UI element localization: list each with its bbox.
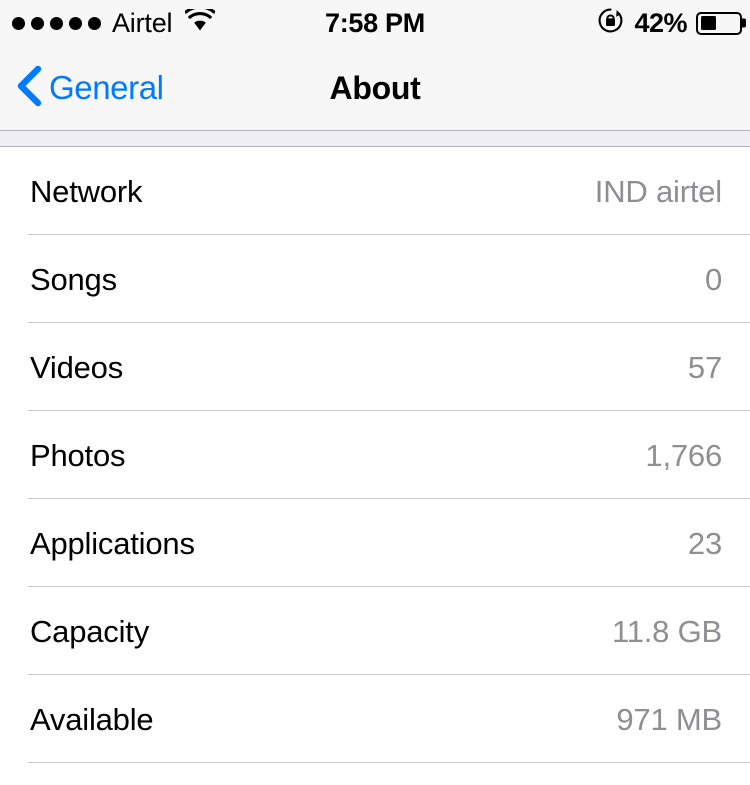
status-bar-right: 42% (597, 7, 742, 39)
table-row[interactable]: Photos 1,766 (0, 411, 750, 499)
battery-cap (742, 19, 746, 28)
battery-icon (696, 12, 742, 35)
back-button-label: General (49, 69, 164, 107)
about-info-list: Network IND airtel Songs 0 Videos 57 Photos 1,7… (0, 147, 750, 763)
row-label: Available (30, 704, 153, 735)
signal-dot (88, 17, 101, 30)
signal-dot (50, 17, 63, 30)
signal-dot (12, 17, 25, 30)
section-gap (0, 131, 750, 147)
table-row[interactable]: Videos 57 (0, 323, 750, 411)
row-label: Applications (30, 528, 195, 559)
row-label: Videos (30, 352, 123, 383)
row-value: 0 (705, 264, 722, 295)
navigation-bar: General About (0, 46, 750, 131)
wifi-icon (185, 9, 215, 37)
carrier-name: Airtel (112, 8, 172, 39)
status-bar-left: Airtel (12, 8, 215, 39)
table-row[interactable]: Capacity 11.8 GB (0, 587, 750, 675)
back-button[interactable]: General (14, 65, 164, 112)
table-row[interactable]: Network IND airtel (0, 147, 750, 235)
row-label: Network (30, 176, 142, 207)
row-label: Photos (30, 440, 125, 471)
battery-fill-level (701, 16, 717, 30)
row-value: 57 (688, 352, 722, 383)
row-value: 1,766 (645, 440, 722, 471)
status-bar: Airtel 7:58 PM 42% (0, 0, 750, 46)
chevron-left-icon (14, 65, 42, 112)
table-row[interactable]: Songs 0 (0, 235, 750, 323)
signal-dot (31, 17, 44, 30)
rotation-lock-icon (597, 7, 624, 39)
table-row[interactable]: Available 971 MB (0, 675, 750, 763)
row-value: 971 MB (616, 704, 722, 735)
table-row[interactable]: Applications 23 (0, 499, 750, 587)
row-value: 11.8 GB (612, 616, 722, 647)
cellular-signal-icon (12, 17, 101, 30)
row-label: Capacity (30, 616, 149, 647)
row-value: IND airtel (595, 176, 722, 207)
battery-percentage-label: 42% (634, 8, 687, 39)
row-label: Songs (30, 264, 117, 295)
row-value: 23 (688, 528, 722, 559)
signal-dot (69, 17, 82, 30)
